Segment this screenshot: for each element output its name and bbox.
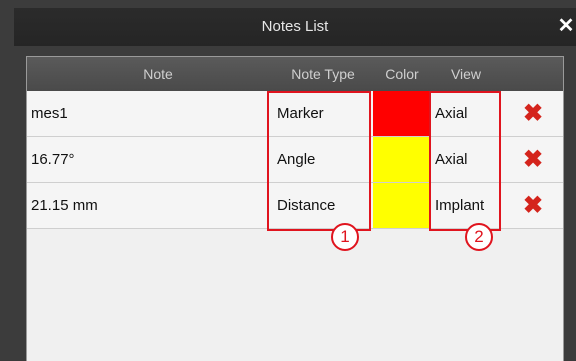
color-swatch[interactable] bbox=[373, 183, 431, 228]
callout-box-note-type bbox=[267, 91, 371, 231]
note-cell: mes1 bbox=[31, 105, 68, 122]
callout-box-view bbox=[429, 91, 501, 231]
callout-badge-2: 2 bbox=[465, 223, 493, 251]
notes-list-dialog: Notes List ✕ Note Note Type Color View m… bbox=[0, 0, 576, 361]
color-swatch[interactable] bbox=[373, 137, 431, 182]
window-title: Notes List bbox=[261, 18, 329, 35]
delete-icon[interactable]: ✖ bbox=[519, 146, 547, 174]
close-icon[interactable]: ✕ bbox=[554, 14, 576, 38]
column-header-view[interactable]: View bbox=[431, 57, 501, 91]
note-cell: 21.15 mm bbox=[31, 197, 98, 214]
column-header-note[interactable]: Note bbox=[27, 57, 289, 91]
table-header: Note Note Type Color View bbox=[27, 57, 563, 91]
callout-badge-1: 1 bbox=[331, 223, 359, 251]
notes-table: Note Note Type Color View mes1 Marker Ax… bbox=[26, 56, 564, 361]
note-cell: 16.77° bbox=[31, 151, 75, 168]
color-swatch[interactable] bbox=[373, 91, 431, 136]
delete-icon[interactable]: ✖ bbox=[519, 192, 547, 220]
title-bar[interactable]: Notes List ✕ bbox=[14, 8, 576, 46]
column-header-color[interactable]: Color bbox=[373, 57, 431, 91]
delete-icon[interactable]: ✖ bbox=[519, 100, 547, 128]
column-header-note-type[interactable]: Note Type bbox=[273, 57, 373, 91]
